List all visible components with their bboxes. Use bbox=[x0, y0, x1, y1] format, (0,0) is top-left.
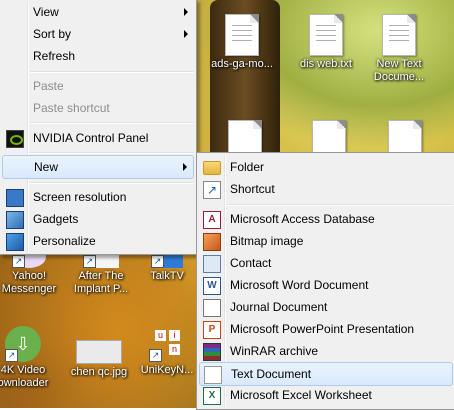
new-item-folder[interactable]: Folder bbox=[199, 156, 453, 178]
new-item-shortcut[interactable]: ↗ Shortcut bbox=[199, 178, 453, 200]
menu-separator bbox=[30, 71, 194, 73]
icon-dis-web[interactable]: dis web.txt bbox=[289, 14, 363, 71]
bitmap-icon bbox=[203, 233, 221, 251]
menu-item-nvidia-control-panel[interactable]: NVIDIA Control Panel bbox=[2, 127, 194, 149]
submenu-arrow-icon bbox=[184, 30, 188, 38]
personalize-icon bbox=[6, 233, 24, 251]
text-file-icon bbox=[309, 14, 343, 56]
journal-icon bbox=[203, 299, 221, 317]
folder-icon bbox=[203, 161, 221, 175]
menu-separator bbox=[30, 152, 194, 154]
menu-item-label: Paste bbox=[33, 79, 64, 93]
contact-icon bbox=[203, 255, 221, 273]
desktop-icon-label: After The Implant P... bbox=[73, 270, 129, 295]
desktop-icon-label: dis web.txt bbox=[300, 58, 352, 70]
desktop-icon-label: chen qc.jpg bbox=[70, 366, 128, 378]
menu-item-refresh[interactable]: Refresh bbox=[2, 45, 194, 67]
menu-item-paste-shortcut: Paste shortcut bbox=[2, 97, 194, 119]
nvidia-icon bbox=[6, 130, 24, 148]
word-icon: W bbox=[203, 277, 221, 295]
shortcut-arrow-icon: ↗ bbox=[12, 255, 25, 268]
new-item-contact[interactable]: Contact bbox=[199, 252, 453, 274]
menu-separator bbox=[227, 204, 453, 206]
menu-item-label: Microsoft Word Document bbox=[230, 278, 369, 292]
download-cloud-icon: ⇩ ↗ bbox=[5, 326, 41, 362]
submenu-arrow-icon bbox=[184, 8, 188, 16]
menu-item-label: WinRAR archive bbox=[230, 344, 319, 358]
new-item-text-document[interactable]: Text Document bbox=[199, 362, 453, 386]
desktop-context-menu: View Sort by Refresh Paste Paste shortcu… bbox=[0, 0, 197, 255]
icon-chen-qc[interactable]: chen qc.jpg bbox=[62, 340, 136, 379]
new-item-winrar-archive[interactable]: WinRAR archive bbox=[199, 340, 453, 362]
new-submenu: Folder ↗ Shortcut A Microsoft Access Dat… bbox=[196, 152, 454, 410]
menu-item-label: Bitmap image bbox=[230, 234, 304, 248]
menu-item-label: Personalize bbox=[33, 234, 96, 248]
new-item-access-database[interactable]: A Microsoft Access Database bbox=[199, 208, 453, 230]
shortcut-arrow-icon: ↗ bbox=[5, 349, 18, 362]
menu-item-label: Microsoft Excel Worksheet bbox=[230, 388, 372, 402]
new-item-excel-worksheet[interactable]: X Microsoft Excel Worksheet bbox=[199, 384, 453, 406]
desktop-icon-label: 4K Video ownloader bbox=[0, 364, 49, 389]
menu-item-label: Journal Document bbox=[230, 300, 328, 314]
desktop-icon-label: TalkTV bbox=[150, 270, 184, 282]
winrar-icon bbox=[203, 343, 221, 361]
menu-item-gadgets[interactable]: Gadgets bbox=[2, 208, 194, 230]
icon-unikeyn[interactable]: u i n ↗ UniKeyN... bbox=[132, 326, 202, 377]
menu-item-label: Gadgets bbox=[33, 212, 79, 226]
shortcut-arrow-icon: ↗ bbox=[83, 255, 96, 268]
menu-item-label: Text Document bbox=[231, 367, 312, 381]
menu-item-new[interactable]: New bbox=[2, 155, 194, 179]
menu-item-screen-resolution[interactable]: Screen resolution bbox=[2, 186, 194, 208]
desktop-icon-label: UniKeyN... bbox=[140, 364, 194, 376]
submenu-arrow-icon bbox=[183, 163, 187, 171]
powerpoint-icon: P bbox=[203, 321, 221, 339]
desktop-icon-label: New Text Docume... bbox=[373, 58, 425, 83]
unikey-icon: u i n ↗ bbox=[149, 326, 185, 362]
menu-item-personalize[interactable]: Personalize bbox=[2, 230, 194, 252]
icon-4k-video-downloader[interactable]: ⇩ ↗ 4K Video ownloader bbox=[0, 326, 60, 390]
shortcut-arrow-icon: ↗ bbox=[149, 349, 162, 362]
menu-separator bbox=[30, 122, 194, 124]
new-item-journal-document[interactable]: Journal Document bbox=[199, 296, 453, 318]
icon-new-text-document[interactable]: New Text Docume... bbox=[362, 14, 436, 84]
monitor-icon bbox=[6, 189, 24, 207]
menu-item-label: Refresh bbox=[33, 49, 76, 63]
menu-item-paste: Paste bbox=[2, 75, 194, 97]
text-file-icon bbox=[382, 14, 416, 56]
menu-item-label: Sort by bbox=[33, 27, 72, 41]
menu-item-label: Microsoft PowerPoint Presentation bbox=[230, 322, 415, 336]
menu-item-view[interactable]: View bbox=[2, 1, 194, 23]
menu-item-label: Paste shortcut bbox=[33, 101, 110, 115]
menu-item-label: Microsoft Access Database bbox=[230, 212, 375, 226]
text-document-icon bbox=[204, 366, 222, 384]
gadgets-icon bbox=[6, 211, 24, 229]
menu-item-label: View bbox=[33, 5, 59, 19]
menu-item-label: Screen resolution bbox=[33, 190, 127, 204]
icon-ads-ga-mo[interactable]: ads-ga-mo... bbox=[205, 14, 279, 71]
new-item-bitmap-image[interactable]: Bitmap image bbox=[199, 230, 453, 252]
text-file-icon bbox=[225, 14, 259, 56]
menu-item-label: New bbox=[34, 160, 59, 174]
menu-item-sort-by[interactable]: Sort by bbox=[2, 23, 194, 45]
desktop-icon-label: ads-ga-mo... bbox=[211, 58, 273, 70]
menu-item-label: Shortcut bbox=[230, 182, 275, 196]
menu-item-label: Folder bbox=[230, 160, 265, 174]
access-icon: A bbox=[203, 211, 221, 229]
excel-icon: X bbox=[203, 387, 221, 405]
menu-item-label: NVIDIA Control Panel bbox=[33, 131, 149, 145]
desktop-icon-label: Yahoo! Messenger bbox=[1, 270, 57, 295]
new-item-powerpoint-presentation[interactable]: P Microsoft PowerPoint Presentation bbox=[199, 318, 453, 340]
shortcut-icon: ↗ bbox=[203, 181, 221, 199]
shortcut-arrow-icon: ↗ bbox=[151, 255, 164, 268]
new-item-word-document[interactable]: W Microsoft Word Document bbox=[199, 274, 453, 296]
image-file-icon bbox=[76, 340, 122, 364]
menu-item-label: Contact bbox=[230, 256, 272, 270]
menu-separator bbox=[30, 182, 194, 184]
